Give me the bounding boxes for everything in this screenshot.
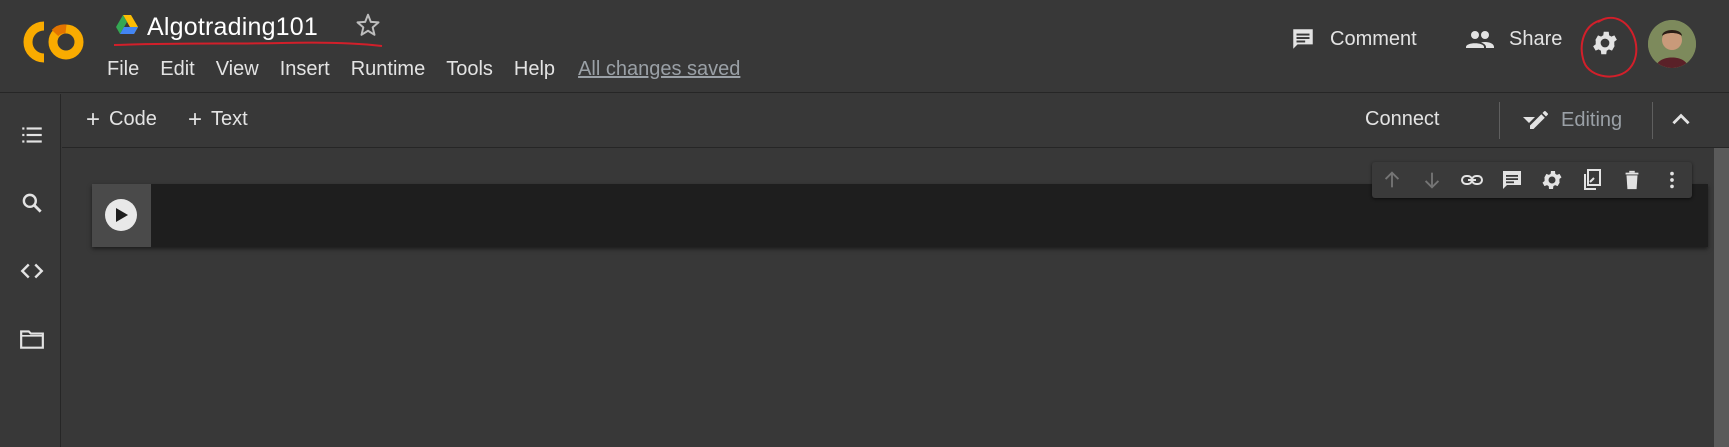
plus-icon: + [86, 105, 101, 133]
menu-view[interactable]: View [216, 56, 259, 82]
comment-button[interactable]: Comment [1290, 26, 1417, 52]
arrow-down-icon [1424, 172, 1440, 189]
files-folder-icon[interactable] [19, 326, 45, 352]
vertical-scrollbar[interactable] [1714, 148, 1729, 447]
add-text-label: Text [211, 108, 248, 130]
left-sidebar [0, 94, 61, 447]
table-of-contents-icon[interactable] [19, 122, 45, 148]
notebook-title[interactable]: Algotrading101 [147, 10, 318, 44]
comment-icon [1503, 171, 1521, 189]
menu-runtime[interactable]: Runtime [351, 56, 425, 82]
notebook-toolbar: + Code + Text Connect Editing [62, 94, 1729, 148]
mirror-cell-icon [1584, 169, 1601, 190]
cell-toolbar [1372, 162, 1692, 198]
move-cell-up-button[interactable] [1372, 162, 1412, 198]
user-avatar[interactable] [1648, 20, 1696, 68]
menu-edit[interactable]: Edit [160, 56, 194, 82]
comment-icon [1293, 29, 1313, 49]
cell-link-button[interactable] [1452, 162, 1492, 198]
cell-comment-button[interactable] [1492, 162, 1532, 198]
menu-file[interactable]: File [107, 56, 139, 82]
play-icon [116, 208, 128, 222]
save-status-link[interactable]: All changes saved [578, 56, 740, 82]
run-cell-button[interactable] [105, 199, 137, 231]
toolbar-divider [1652, 102, 1653, 139]
arrow-up-icon [1384, 171, 1400, 188]
menu-bar: File Edit View Insert Runtime Tools Help… [107, 56, 761, 82]
code-snippets-icon[interactable] [19, 258, 45, 284]
move-cell-down-button[interactable] [1412, 162, 1452, 198]
editing-mode-button[interactable]: Editing [1527, 108, 1622, 132]
add-text-button[interactable]: + Text [188, 105, 248, 133]
menu-insert[interactable]: Insert [280, 56, 330, 82]
menu-tools[interactable]: Tools [446, 56, 493, 82]
plus-icon: + [188, 105, 203, 133]
editing-label: Editing [1561, 108, 1623, 131]
avatar-photo [1648, 20, 1696, 68]
add-code-button[interactable]: + Code [86, 105, 157, 133]
share-label: Share [1509, 27, 1563, 50]
connect-label: Connect [1365, 108, 1440, 130]
menu-help[interactable]: Help [514, 56, 555, 82]
trash-icon [1625, 170, 1639, 190]
cell-settings-button[interactable] [1532, 162, 1572, 198]
pencil-icon [1530, 111, 1548, 129]
more-options-button[interactable] [1652, 162, 1692, 198]
people-icon [1466, 31, 1494, 48]
colab-logo[interactable] [22, 20, 86, 64]
settings-icon [1542, 171, 1562, 189]
star-icon[interactable] [355, 12, 381, 38]
delete-cell-button[interactable] [1612, 162, 1652, 198]
add-code-label: Code [109, 108, 157, 130]
search-icon[interactable] [19, 190, 45, 216]
link-icon [1461, 175, 1483, 185]
comment-label: Comment [1330, 27, 1417, 50]
chevron-up-icon[interactable] [1668, 107, 1694, 133]
cell-gutter [92, 184, 151, 247]
share-button[interactable]: Share [1465, 26, 1562, 52]
google-drive-icon[interactable] [116, 15, 138, 35]
mirror-cell-button[interactable] [1572, 162, 1612, 198]
connect-button[interactable]: Connect [1365, 108, 1440, 131]
notebook-header: Algotrading101 File Edit View Insert Run… [0, 0, 1729, 93]
settings-gear-icon[interactable] [1590, 28, 1620, 58]
more-vertical-icon [1670, 171, 1674, 189]
toolbar-divider [1499, 102, 1500, 139]
